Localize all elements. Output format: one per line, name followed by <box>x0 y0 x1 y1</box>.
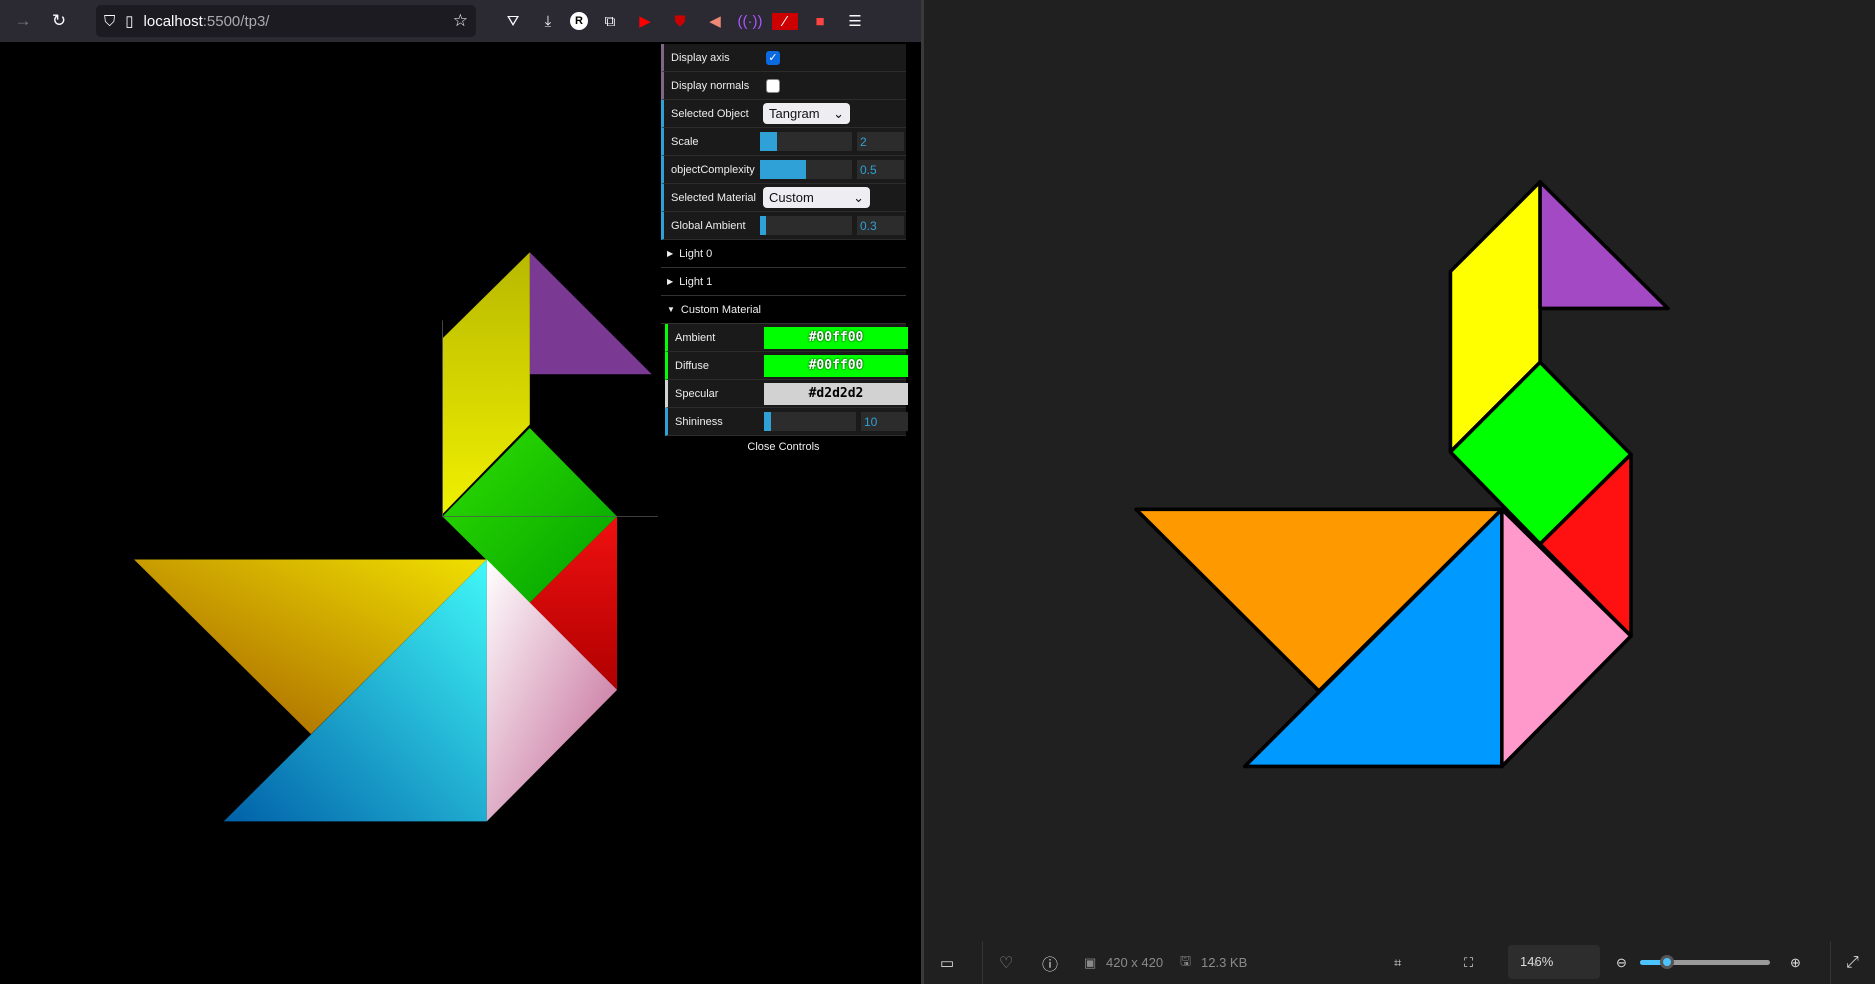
file-size: 12.3 KB <box>1201 955 1248 970</box>
url-host: localhost <box>143 12 203 30</box>
divider <box>982 941 983 984</box>
shininess-row: Shininess 10 <box>665 408 908 436</box>
selected-object-value: Tangram <box>769 106 820 121</box>
chevron-down-icon: ⌄ <box>833 105 844 121</box>
yellow-parallelogram <box>1448 179 1542 454</box>
reload-icon[interactable]: ↻ <box>42 11 76 31</box>
shininess-slider[interactable] <box>764 412 856 431</box>
global-ambient-label: Global Ambient <box>671 219 746 232</box>
selected-material-label: Selected Material <box>671 191 756 204</box>
file-size-icon: 🖫 <box>1180 952 1192 968</box>
specular-row: Specular #d2d2d2 <box>665 380 908 408</box>
zoom-slider[interactable] <box>1640 955 1770 969</box>
ambient-color-picker[interactable]: #00ff00 <box>764 326 908 349</box>
pink-triangle <box>1500 507 1633 769</box>
display-axis-label: Display axis <box>671 51 730 64</box>
divider <box>1830 941 1831 984</box>
scale-row: Scale 2 <box>661 128 906 156</box>
folder-light-1-label: Light 1 <box>679 275 713 288</box>
selected-material-value: Custom <box>769 190 814 205</box>
ambient-row: Ambient #00ff00 <box>665 324 908 352</box>
favorite-heart-icon[interactable]: ♡ <box>999 953 1013 973</box>
green-square <box>1448 360 1633 546</box>
complexity-slider[interactable] <box>760 160 852 179</box>
display-axis-checkbox[interactable]: ✓ <box>766 50 780 65</box>
display-normals-checkbox[interactable] <box>766 78 780 93</box>
red-triangle <box>1538 452 1633 638</box>
close-controls-button[interactable]: Close Controls <box>661 436 906 458</box>
folder-custom-material[interactable]: ▼ Custom Material <box>661 296 906 324</box>
focus-icon[interactable]: ⌗ <box>1394 955 1401 971</box>
selected-object-row: Selected Object Tangram ⌄ <box>661 100 906 128</box>
dimensions-icon: ▣ <box>1084 954 1097 970</box>
wand-extension-icon[interactable]: ⁄ <box>772 12 798 30</box>
blue-triangle <box>1242 507 1504 769</box>
scale-label: Scale <box>671 135 699 148</box>
complexity-row: objectComplexity 0.5 <box>661 156 906 184</box>
browser-toolbar: → ↻ ⛉ ▯ localhost:5500/tp3/ ☆ ⛛ ⤓ R ⧉ ▶ … <box>0 0 921 42</box>
folder-light-0-label: Light 0 <box>679 247 713 260</box>
ambient-label: Ambient <box>675 331 716 344</box>
selected-material-select[interactable]: Custom ⌄ <box>763 187 870 208</box>
diffuse-row: Diffuse #00ff00 <box>665 352 908 380</box>
image-viewer-statusbar: ▭ ♡ ⓘ ▣ 420 x 420 🖫 12.3 KB ⌗ ⛶ 146% ⌄ ⊖… <box>924 941 1875 984</box>
display-axis-row[interactable]: Display axis ✓ <box>661 44 906 72</box>
folder-light-0[interactable]: ▶ Light 0 <box>661 240 906 268</box>
folder-light-1[interactable]: ▶ Light 1 <box>661 268 906 296</box>
shininess-label: Shininess <box>675 415 723 428</box>
specular-color-picker[interactable]: #d2d2d2 <box>764 382 908 405</box>
bookmark-star-icon[interactable]: ☆ <box>453 11 468 31</box>
specular-label: Specular <box>675 387 719 400</box>
url-path: :5500/tp3/ <box>202 12 270 30</box>
caret-right-icon: ▶ <box>667 277 674 286</box>
menu-icon[interactable]: ☰ <box>842 12 868 30</box>
extensions-puzzle-icon[interactable]: ⧉ <box>597 13 623 30</box>
scale-input[interactable]: 2 <box>857 132 904 151</box>
global-ambient-slider[interactable] <box>760 216 852 235</box>
chevron-down-icon: ⌄ <box>853 189 864 205</box>
fullscreen-icon[interactable]: ⤢ <box>1846 954 1859 972</box>
orange-triangle <box>1134 507 1504 693</box>
complexity-input[interactable]: 0.5 <box>857 160 904 179</box>
youtube-extension-icon[interactable]: ▶ <box>632 12 658 30</box>
extension-r-icon[interactable]: R <box>570 12 588 30</box>
info-icon[interactable]: ⓘ <box>1042 951 1058 975</box>
window-divider <box>921 0 924 984</box>
zoom-level-select[interactable]: 146% ⌄ <box>1508 945 1600 979</box>
fit-to-window-icon[interactable]: ⛶ <box>1464 955 1473 971</box>
purple-triangle <box>1538 179 1670 311</box>
broadcast-extension-icon[interactable]: ((·)) <box>737 13 763 30</box>
image-dimensions: 420 x 420 <box>1106 955 1164 970</box>
url-bar[interactable]: ⛉ ▯ localhost:5500/tp3/ ☆ <box>96 5 476 37</box>
selected-object-label: Selected Object <box>671 107 749 120</box>
display-normals-label: Display normals <box>671 79 750 92</box>
zoom-in-icon[interactable]: ⊕ <box>1790 955 1801 971</box>
scale-slider[interactable] <box>760 132 852 151</box>
megaphone-extension-icon[interactable]: ◀ <box>702 12 728 30</box>
diffuse-color-picker[interactable]: #00ff00 <box>764 354 908 377</box>
forward-icon[interactable]: → <box>6 11 40 31</box>
caret-down-icon: ▼ <box>667 305 675 314</box>
folder-custom-material-label: Custom Material <box>680 303 761 316</box>
diffuse-label: Diffuse <box>675 359 710 372</box>
shield-icon: ⛉ <box>104 12 116 30</box>
selected-object-select[interactable]: Tangram ⌄ <box>763 103 850 124</box>
download-icon[interactable]: ⤓ <box>535 13 561 30</box>
reference-tangram-image <box>1134 179 1670 769</box>
caret-right-icon: ▶ <box>667 249 674 258</box>
zoom-out-icon[interactable]: ⊖ <box>1616 955 1627 971</box>
controls-panel: Display axis ✓ Display normals Selected O… <box>661 44 908 458</box>
global-ambient-input[interactable]: 0.3 <box>857 216 904 235</box>
page-icon: ▯ <box>125 13 134 30</box>
ublock-icon[interactable]: ⛊ <box>667 13 693 30</box>
filmstrip-icon[interactable]: ▭ <box>940 954 954 972</box>
chevron-down-icon: ⌄ <box>1530 954 1541 969</box>
selected-material-row: Selected Material Custom ⌄ <box>661 184 906 212</box>
global-ambient-row: Global Ambient 0.3 <box>661 212 906 240</box>
shininess-input[interactable]: 10 <box>861 412 908 431</box>
complexity-label: objectComplexity <box>671 163 755 176</box>
screenshot-extension-icon[interactable]: ■ <box>807 13 833 30</box>
pocket-icon[interactable]: ⛛ <box>500 13 526 30</box>
display-normals-row[interactable]: Display normals <box>661 72 906 100</box>
